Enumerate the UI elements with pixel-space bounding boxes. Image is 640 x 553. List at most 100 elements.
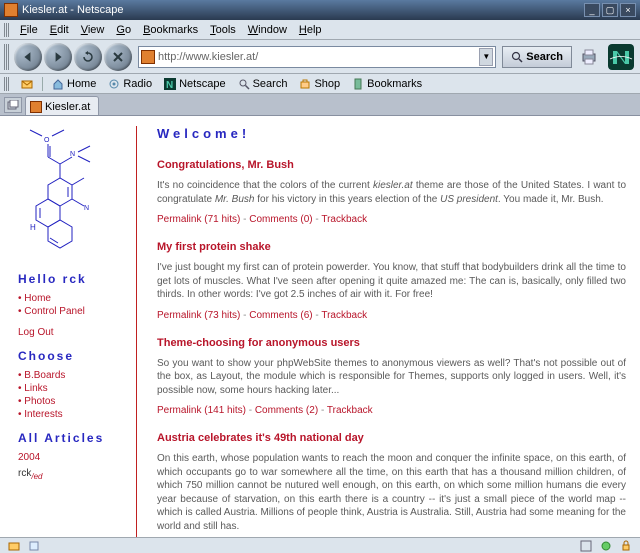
netscape-logo-icon — [608, 44, 634, 70]
trackback-link[interactable]: Trackback — [321, 214, 367, 225]
bm-label: Bookmarks — [367, 78, 422, 90]
bm-label: Shop — [314, 78, 340, 90]
search-button[interactable]: Search — [502, 46, 572, 68]
browser-viewport: H N N — [0, 116, 640, 537]
maximize-button[interactable]: ▢ — [602, 3, 618, 17]
tab-active[interactable]: Kiesler.at — [25, 96, 99, 115]
status-mail-icon[interactable] — [4, 540, 24, 552]
permalink-link[interactable]: Permalink (141 hits) — [157, 405, 246, 416]
sidebar-year[interactable]: 2004 — [18, 451, 126, 464]
trackback-link[interactable]: Trackback — [327, 405, 373, 416]
window-title: Kiesler.at - Netscape — [22, 4, 584, 16]
menu-bookmarks[interactable]: Bookmarks — [137, 22, 204, 38]
permalink-link[interactable]: Permalink (73 hits) — [157, 310, 240, 321]
bm-search[interactable]: Search — [233, 76, 293, 92]
window-titlebar: Kiesler.at - Netscape _ ▢ × — [0, 0, 640, 20]
menu-edit[interactable]: Edit — [44, 22, 75, 38]
tab-favicon — [30, 101, 42, 113]
close-button[interactable]: × — [620, 3, 636, 17]
url-dropdown-button[interactable]: ▼ — [479, 48, 493, 66]
reload-button[interactable] — [74, 43, 102, 71]
status-security-icon[interactable] — [616, 540, 636, 552]
bm-radio[interactable]: Radio — [103, 76, 157, 92]
svg-text:N: N — [166, 80, 173, 90]
toolbar-grip[interactable] — [4, 77, 10, 91]
print-button[interactable] — [576, 44, 602, 70]
radio-icon — [108, 78, 120, 90]
toolbar-grip[interactable] — [4, 23, 10, 37]
post-title[interactable]: Congratulations, Mr. Bush — [157, 159, 626, 171]
svg-text:N: N — [70, 151, 75, 158]
sidebar-item-links[interactable]: Links — [18, 382, 126, 395]
app-icon — [4, 3, 18, 17]
menu-view[interactable]: View — [75, 22, 111, 38]
bm-home[interactable]: Home — [47, 76, 101, 92]
sidebar-item-home[interactable]: Home — [18, 292, 126, 305]
stop-button[interactable] — [104, 43, 132, 71]
sidebar-item-bboards[interactable]: B.Boards — [18, 369, 126, 382]
menu-help[interactable]: Help — [293, 22, 328, 38]
post-title[interactable]: My first protein shake — [157, 241, 626, 253]
url-bar[interactable]: ▼ — [138, 46, 496, 68]
bm-shop[interactable]: Shop — [294, 76, 345, 92]
menu-go[interactable]: Go — [110, 22, 137, 38]
menu-window[interactable]: Window — [242, 22, 293, 38]
post-title[interactable]: Theme-choosing for anonymous users — [157, 337, 626, 349]
shop-icon — [299, 78, 311, 90]
sidebar-hello-head: Hello rck — [18, 272, 126, 286]
svg-text:N: N — [84, 205, 89, 212]
status-bar — [0, 537, 640, 553]
home-icon — [52, 78, 64, 90]
status-online-icon[interactable] — [596, 540, 616, 552]
logo-molecule: H N N — [18, 126, 113, 256]
minimize-button[interactable]: _ — [584, 3, 600, 17]
post-body: On this earth, whose population wants to… — [157, 452, 626, 533]
post-meta: Permalink (71 hits) - Comments (0) - Tra… — [157, 214, 626, 225]
post-meta: Permalink (141 hits) - Comments (2) - Tr… — [157, 405, 626, 416]
sidebar-item-photos[interactable]: Photos — [18, 395, 126, 408]
bm-netscape[interactable]: N Netscape — [159, 76, 230, 92]
netscape-throbber[interactable] — [606, 42, 636, 72]
post-body: It's no coincidence that the colors of t… — [157, 179, 626, 206]
bm-label: Search — [253, 78, 288, 90]
permalink-link[interactable]: Permalink (71 hits) — [157, 214, 240, 225]
tab-bar: Kiesler.at — [0, 94, 640, 116]
toolbar-grip[interactable] — [4, 44, 10, 70]
bm-mail[interactable] — [16, 76, 38, 92]
page-content[interactable]: H N N — [0, 116, 640, 537]
svg-text:H: H — [30, 223, 36, 232]
navigation-toolbar: ▼ Search — [0, 40, 640, 74]
svg-text:O: O — [44, 137, 50, 144]
sidebar-item-interests[interactable]: Interests — [18, 408, 126, 421]
sidebar-item-controlpanel[interactable]: Control Panel — [18, 305, 126, 318]
status-composer-icon[interactable] — [24, 540, 44, 552]
back-button[interactable] — [14, 43, 42, 71]
bm-label: Home — [67, 78, 96, 90]
menu-tools[interactable]: Tools — [204, 22, 242, 38]
sidebar-choose-head: Choose — [18, 349, 126, 363]
print-icon — [579, 47, 599, 67]
bm-bookmarks[interactable]: Bookmarks — [347, 76, 427, 92]
url-input[interactable] — [158, 51, 479, 63]
site-favicon — [141, 50, 155, 64]
comments-link[interactable]: Comments (6) — [249, 310, 312, 321]
bm-label: Netscape — [179, 78, 225, 90]
bookmarks-icon — [352, 78, 364, 90]
sidebar-logout[interactable]: Log Out — [18, 326, 126, 339]
forward-button[interactable] — [44, 43, 72, 71]
bookmarks-toolbar: Home Radio N Netscape Search Shop Bookmar… — [0, 74, 640, 94]
search-icon — [511, 51, 523, 63]
main-column: Welcome! Congratulations, Mr. BushIt's n… — [137, 126, 626, 537]
post-title[interactable]: Austria celebrates it's 49th national da… — [157, 432, 626, 444]
comments-link[interactable]: Comments (0) — [249, 214, 312, 225]
comments-link[interactable]: Comments (2) — [255, 405, 318, 416]
sidebar-choose-list: B.Boards Links Photos Interests — [18, 369, 126, 421]
search-label: Search — [526, 51, 563, 63]
trackback-link[interactable]: Trackback — [321, 310, 367, 321]
status-popup-icon[interactable] — [576, 540, 596, 552]
post-body: So you want to show your phpWebSite them… — [157, 357, 626, 398]
new-tab-button[interactable] — [4, 97, 22, 113]
post-meta: Permalink (73 hits) - Comments (6) - Tra… — [157, 310, 626, 321]
menu-file[interactable]: File — [14, 22, 44, 38]
sidebar-hello-list: Home Control Panel — [18, 292, 126, 318]
